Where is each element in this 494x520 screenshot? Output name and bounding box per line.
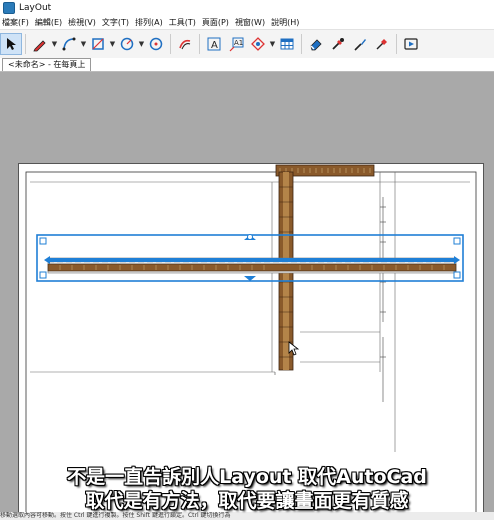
circle-tool-button[interactable]: [116, 33, 138, 55]
svg-text:A: A: [211, 40, 218, 51]
table-icon: [280, 38, 294, 50]
status-bar: 移動選取內容可移動。按住 Ctrl 鍵進行複製。按住 Shift 鍵進行鎖定。C…: [0, 512, 494, 520]
line-tool-dropdown[interactable]: ▼: [51, 33, 58, 55]
arrow-left-handle[interactable]: [44, 256, 50, 264]
text-icon: A: [207, 37, 221, 51]
arc-tool-dropdown[interactable]: ▼: [80, 33, 87, 55]
dimension-tool-dropdown[interactable]: ▼: [269, 33, 276, 55]
table-tool-button[interactable]: [276, 33, 298, 55]
offset-icon: [179, 39, 191, 50]
circle-icon: [120, 37, 134, 51]
pencil-icon: [33, 40, 46, 52]
circle-tool-dropdown[interactable]: ▼: [138, 33, 145, 55]
arrow-cursor-icon: [7, 38, 16, 50]
document-canvas[interactable]: [0, 72, 494, 512]
resize-handle-bottom-left[interactable]: [39, 271, 47, 279]
menu-edit[interactable]: 編輯(E): [33, 17, 66, 28]
rectangle-icon: [92, 38, 104, 50]
menu-text[interactable]: 文字(T): [100, 17, 133, 28]
select-tool-button[interactable]: [0, 33, 22, 55]
eraser-tool-button[interactable]: [305, 33, 327, 55]
label-tool-button[interactable]: A1: [225, 33, 247, 55]
offset-tool-button[interactable]: [174, 33, 196, 55]
drawing-svg: [25, 164, 477, 512]
svg-text:A1: A1: [234, 39, 243, 47]
resize-handle-top-left[interactable]: [39, 237, 47, 245]
line-tool-button[interactable]: [29, 33, 51, 55]
eyedropper-icon: [332, 38, 344, 50]
toolbar-divider: [199, 34, 200, 54]
arc-tool-button[interactable]: [58, 33, 80, 55]
toolbar-divider: [25, 34, 26, 54]
menu-tools[interactable]: 工具(T): [167, 17, 200, 28]
dimension-icon: [251, 37, 265, 51]
curve-icon: [62, 37, 76, 51]
toolbar-divider: [170, 34, 171, 54]
subtitle-line-1: 不是一直告訴別人Layout 取代AutoCad: [67, 466, 427, 488]
window-title: LayOut: [19, 2, 52, 13]
rectangle-tool-button[interactable]: [87, 33, 109, 55]
resize-handle-top-right[interactable]: [453, 237, 461, 245]
rotation-center-icon[interactable]: [247, 234, 253, 240]
menu-arrange[interactable]: 排列(A): [133, 17, 167, 28]
split-tool-button[interactable]: [371, 33, 393, 55]
toolbar-divider: [396, 34, 397, 54]
eraser-icon: [310, 39, 322, 51]
polygon-icon: [149, 37, 163, 51]
play-icon: [404, 38, 418, 50]
menu-view[interactable]: 檢視(V): [66, 17, 100, 28]
subtitle-line-2: 取代是有方法，取代要讓畫面更有質感: [85, 490, 409, 512]
layout-app-icon: [3, 1, 15, 14]
arrow-right-handle[interactable]: [454, 256, 460, 264]
text-tool-button[interactable]: A: [203, 33, 225, 55]
resize-handle-bottom-right[interactable]: [453, 271, 461, 279]
rectangle-tool-dropdown[interactable]: ▼: [109, 33, 116, 55]
polygon-tool-button[interactable]: [145, 33, 167, 55]
label-icon: A1: [229, 37, 244, 52]
title-bar: LayOut: [0, 0, 494, 16]
tab-untitled[interactable]: <未命名> - 在每頁上: [2, 58, 92, 71]
toolbar-divider: [301, 34, 302, 54]
dimension-tool-button[interactable]: [247, 33, 269, 55]
style-apply-button[interactable]: [349, 33, 371, 55]
toolbar: ▼ ▼ ▼ ▼ A A1 ▼: [0, 29, 494, 59]
presentation-button[interactable]: [400, 33, 422, 55]
split-icon: [376, 39, 387, 50]
menu-file[interactable]: 檔案(F): [0, 17, 33, 28]
menu-bar: 檔案(F) 編輯(E) 檢視(V) 文字(T) 排列(A) 工具(T) 頁面(P…: [0, 15, 494, 29]
menu-window[interactable]: 視窗(W): [233, 17, 269, 28]
page-tab-bar: <未命名> - 在每頁上: [0, 58, 494, 72]
style-picker-button[interactable]: [327, 33, 349, 55]
drawing-frame: [25, 171, 477, 512]
paint-brush-icon: [354, 39, 366, 51]
menu-help[interactable]: 說明(H): [269, 17, 303, 28]
menu-pages[interactable]: 頁面(P): [200, 17, 233, 28]
